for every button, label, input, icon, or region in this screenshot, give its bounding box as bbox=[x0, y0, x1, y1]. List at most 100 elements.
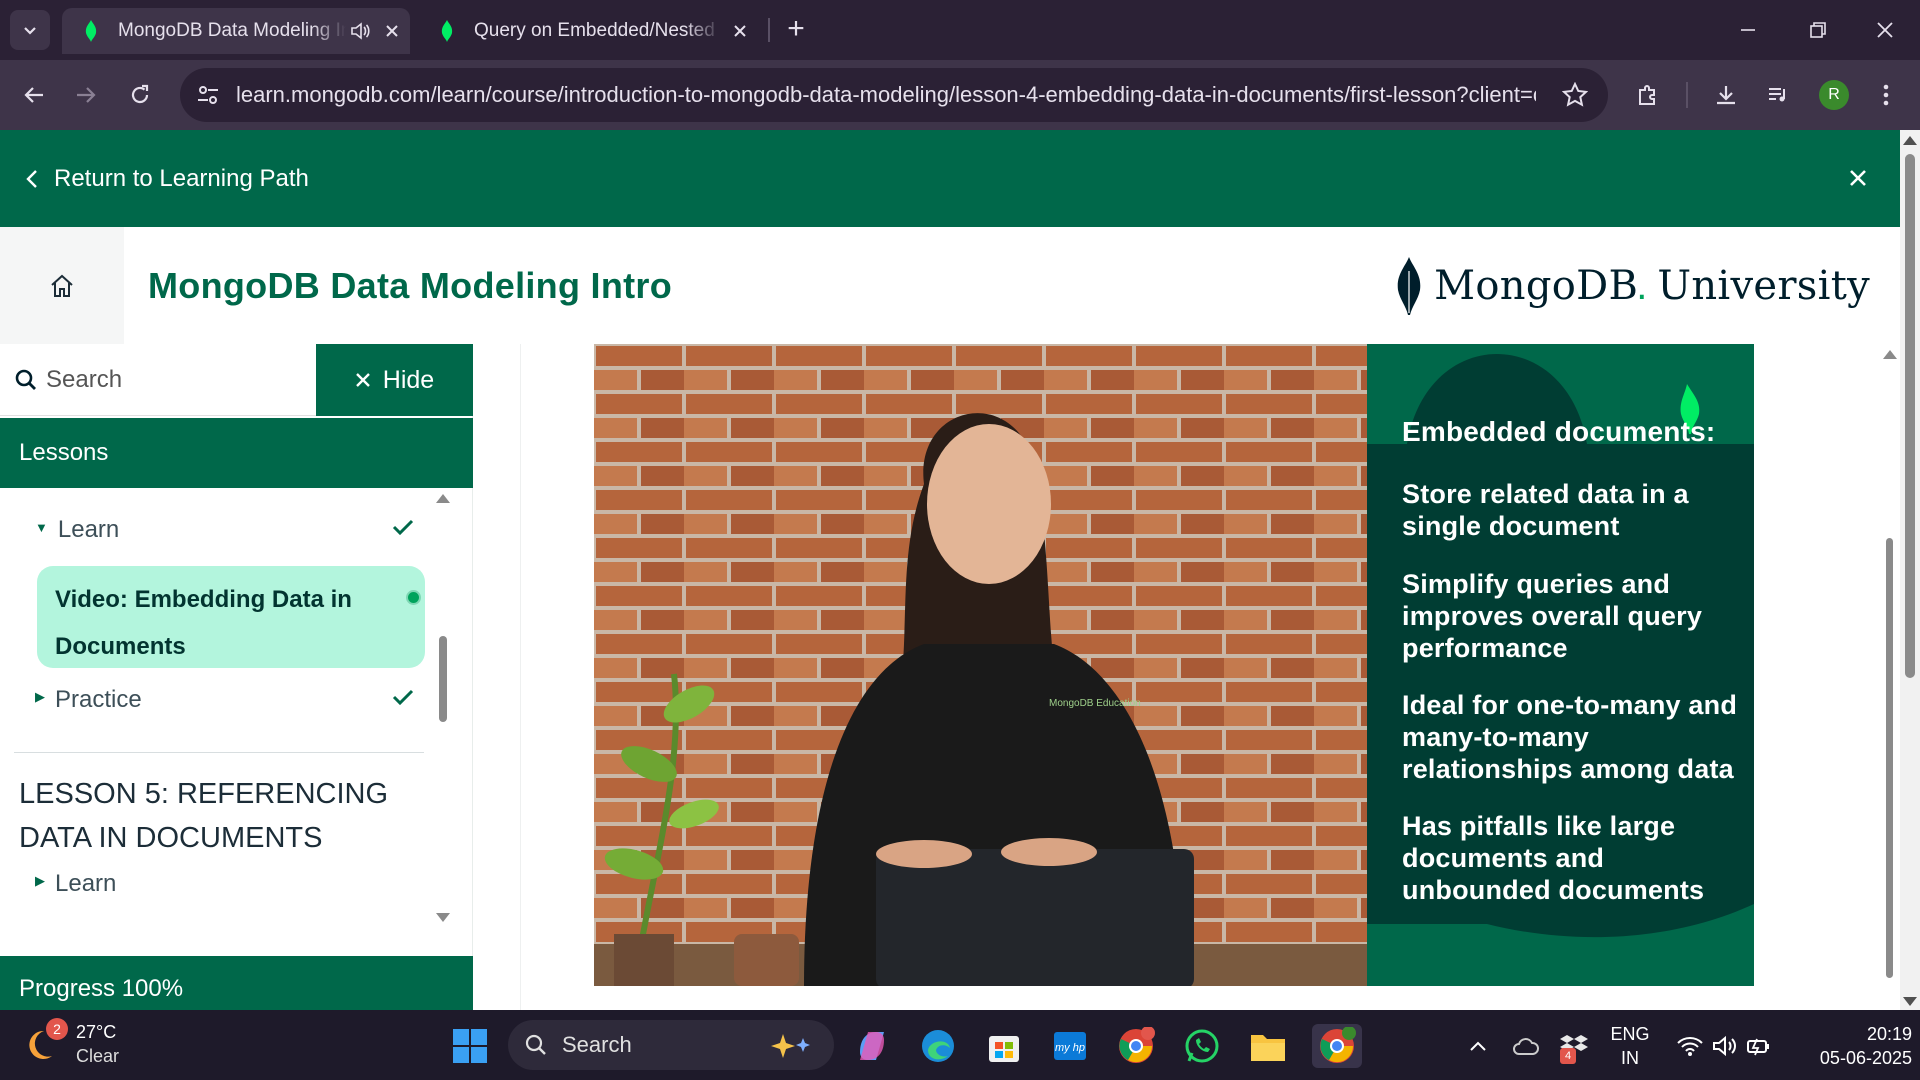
store-icon bbox=[986, 1028, 1022, 1064]
edge-icon bbox=[920, 1028, 956, 1064]
search-icon bbox=[524, 1033, 548, 1057]
chevron-left-icon bbox=[26, 169, 38, 189]
volume-icon bbox=[1712, 1035, 1738, 1057]
svg-text:my hp: my hp bbox=[1055, 1042, 1085, 1054]
close-tab-icon[interactable] bbox=[722, 24, 758, 38]
progress-label: Progress 100% bbox=[19, 975, 184, 1002]
lesson-item-learn[interactable]: ▶ Learn bbox=[35, 864, 116, 904]
home-button[interactable] bbox=[0, 227, 124, 344]
taskbar-myhp[interactable]: my hp bbox=[1048, 1024, 1092, 1068]
minimize-button[interactable] bbox=[1713, 0, 1783, 60]
mongodb-leaf-icon bbox=[76, 20, 106, 42]
page-scrollbar[interactable] bbox=[1900, 130, 1920, 1010]
bookmark-star-icon[interactable] bbox=[1562, 82, 1588, 108]
browser-menu-button[interactable] bbox=[1866, 75, 1906, 115]
mongodb-university-logo: MongoDB. University bbox=[1394, 257, 1870, 315]
chevron-down-icon bbox=[21, 21, 39, 39]
lesson-list-scrollbar[interactable] bbox=[432, 488, 454, 928]
checkmark-icon bbox=[392, 688, 414, 706]
arrow-left-icon bbox=[23, 84, 45, 106]
taskbar-search-label: Search bbox=[562, 1032, 632, 1057]
restore-button[interactable] bbox=[1783, 0, 1853, 60]
tab-search-button[interactable] bbox=[10, 10, 50, 50]
shirt-logo-text: MongoDB Education bbox=[1049, 698, 1141, 709]
lesson-sidebar: Hide Lessons ▼ Learn Video: Embedding Da… bbox=[0, 344, 473, 1010]
video-player[interactable]: MongoDB Education Embedded documents: St… bbox=[594, 344, 1754, 986]
taskbar-file-explorer[interactable] bbox=[1246, 1024, 1290, 1068]
tab-title: Query on Embedded/Nested Documents bbox=[474, 20, 722, 41]
weather-condition: Clear bbox=[76, 1046, 120, 1066]
quick-settings-button[interactable] bbox=[1664, 1024, 1784, 1068]
copilot-icon bbox=[854, 1028, 890, 1064]
weather-badge: 2 bbox=[46, 1018, 68, 1040]
downloads-button[interactable] bbox=[1706, 75, 1746, 115]
browser-tab-strip: MongoDB Data Modeling Intro Query on Emb… bbox=[0, 0, 1920, 60]
kebab-menu-icon bbox=[1883, 83, 1889, 107]
url-text[interactable]: learn.mongodb.com/learn/course/introduct… bbox=[236, 68, 1536, 122]
forward-button[interactable] bbox=[66, 75, 106, 115]
lesson-item-label: Video: Embedding Data in Documents bbox=[55, 586, 352, 660]
clock-time[interactable]: 20:19 bbox=[1790, 1024, 1912, 1045]
lesson-item-label: Practice bbox=[55, 686, 142, 713]
caret-right-icon: ▶ bbox=[35, 689, 45, 704]
reload-button[interactable] bbox=[120, 75, 160, 115]
slide-panel: Embedded documents: Store related data i… bbox=[1367, 344, 1754, 986]
address-bar[interactable]: learn.mongodb.com/learn/course/introduct… bbox=[180, 68, 1608, 122]
close-course-button[interactable] bbox=[1840, 160, 1876, 196]
return-to-learning-path-link[interactable]: Return to Learning Path bbox=[26, 130, 309, 227]
lesson-list: ▼ Learn Video: Embedding Data in Documen… bbox=[0, 488, 473, 928]
hide-sidebar-button[interactable]: Hide bbox=[316, 344, 473, 416]
sidebar-search[interactable] bbox=[0, 344, 316, 416]
language-line2[interactable]: IN bbox=[1606, 1048, 1654, 1069]
lesson-item-practice[interactable]: ▶ Practice bbox=[35, 680, 142, 720]
lesson-divider bbox=[14, 752, 424, 753]
close-window-button[interactable] bbox=[1850, 0, 1920, 60]
content-scrollbar[interactable] bbox=[1880, 344, 1900, 1004]
start-button[interactable] bbox=[448, 1024, 492, 1068]
taskbar-chrome-profile[interactable] bbox=[1114, 1024, 1158, 1068]
extensions-button[interactable] bbox=[1628, 75, 1668, 115]
taskbar-copilot[interactable] bbox=[850, 1024, 894, 1068]
lesson-item-learn[interactable]: ▼ Learn bbox=[35, 510, 119, 550]
close-icon bbox=[1876, 21, 1894, 39]
in-progress-indicator bbox=[406, 590, 421, 605]
lesson-5-title[interactable]: LESSON 5: REFERENCING DATA IN DOCUMENTS bbox=[19, 772, 399, 860]
puzzle-icon bbox=[1636, 83, 1660, 107]
course-title: MongoDB Data Modeling Intro bbox=[148, 265, 673, 306]
media-controls-button[interactable] bbox=[1758, 75, 1798, 115]
back-button[interactable] bbox=[14, 75, 54, 115]
slide-heading: Embedded documents: bbox=[1402, 416, 1716, 447]
arrow-right-icon bbox=[75, 84, 97, 106]
windows-taskbar: 2 27°C Clear Search my hp 4 ENG IN 20:19… bbox=[0, 1010, 1920, 1080]
home-icon bbox=[49, 274, 75, 298]
tab-query-embedded[interactable]: Query on Embedded/Nested Documents bbox=[418, 8, 758, 54]
progress-bar: Progress 100% bbox=[0, 956, 473, 1010]
return-bar: Return to Learning Path bbox=[0, 130, 1900, 227]
speaker-icon[interactable] bbox=[346, 22, 374, 40]
site-info-icon[interactable] bbox=[196, 83, 220, 107]
restore-icon bbox=[1809, 21, 1827, 39]
profile-button[interactable]: R bbox=[1814, 75, 1854, 115]
search-input[interactable] bbox=[46, 365, 296, 394]
profile-avatar: R bbox=[1819, 80, 1849, 110]
close-icon bbox=[1848, 168, 1868, 188]
onedrive-tray[interactable] bbox=[1504, 1024, 1548, 1068]
taskbar-whatsapp[interactable] bbox=[1180, 1024, 1224, 1068]
clock-date[interactable]: 05-06-2025 bbox=[1790, 1048, 1912, 1069]
hp-icon: my hp bbox=[1052, 1028, 1088, 1064]
taskbar-search[interactable]: Search bbox=[508, 1020, 834, 1070]
search-icon bbox=[14, 368, 38, 392]
browser-toolbar: learn.mongodb.com/learn/course/introduct… bbox=[0, 60, 1920, 130]
language-line1[interactable]: ENG bbox=[1606, 1024, 1654, 1045]
toolbar-separator bbox=[1686, 82, 1688, 108]
lesson-item-video-active[interactable]: Video: Embedding Data in Documents bbox=[37, 566, 425, 668]
tab-mongodb-course[interactable]: MongoDB Data Modeling Intro bbox=[62, 8, 410, 54]
new-tab-button[interactable]: + bbox=[778, 12, 814, 48]
tab-title: MongoDB Data Modeling Intro bbox=[118, 20, 346, 41]
taskbar-store[interactable] bbox=[982, 1024, 1026, 1068]
show-hidden-icons-button[interactable] bbox=[1456, 1024, 1500, 1068]
taskbar-edge[interactable] bbox=[916, 1024, 960, 1068]
taskbar-chrome-active[interactable] bbox=[1312, 1024, 1362, 1068]
tab-separator bbox=[768, 18, 770, 42]
close-tab-icon[interactable] bbox=[374, 24, 410, 38]
